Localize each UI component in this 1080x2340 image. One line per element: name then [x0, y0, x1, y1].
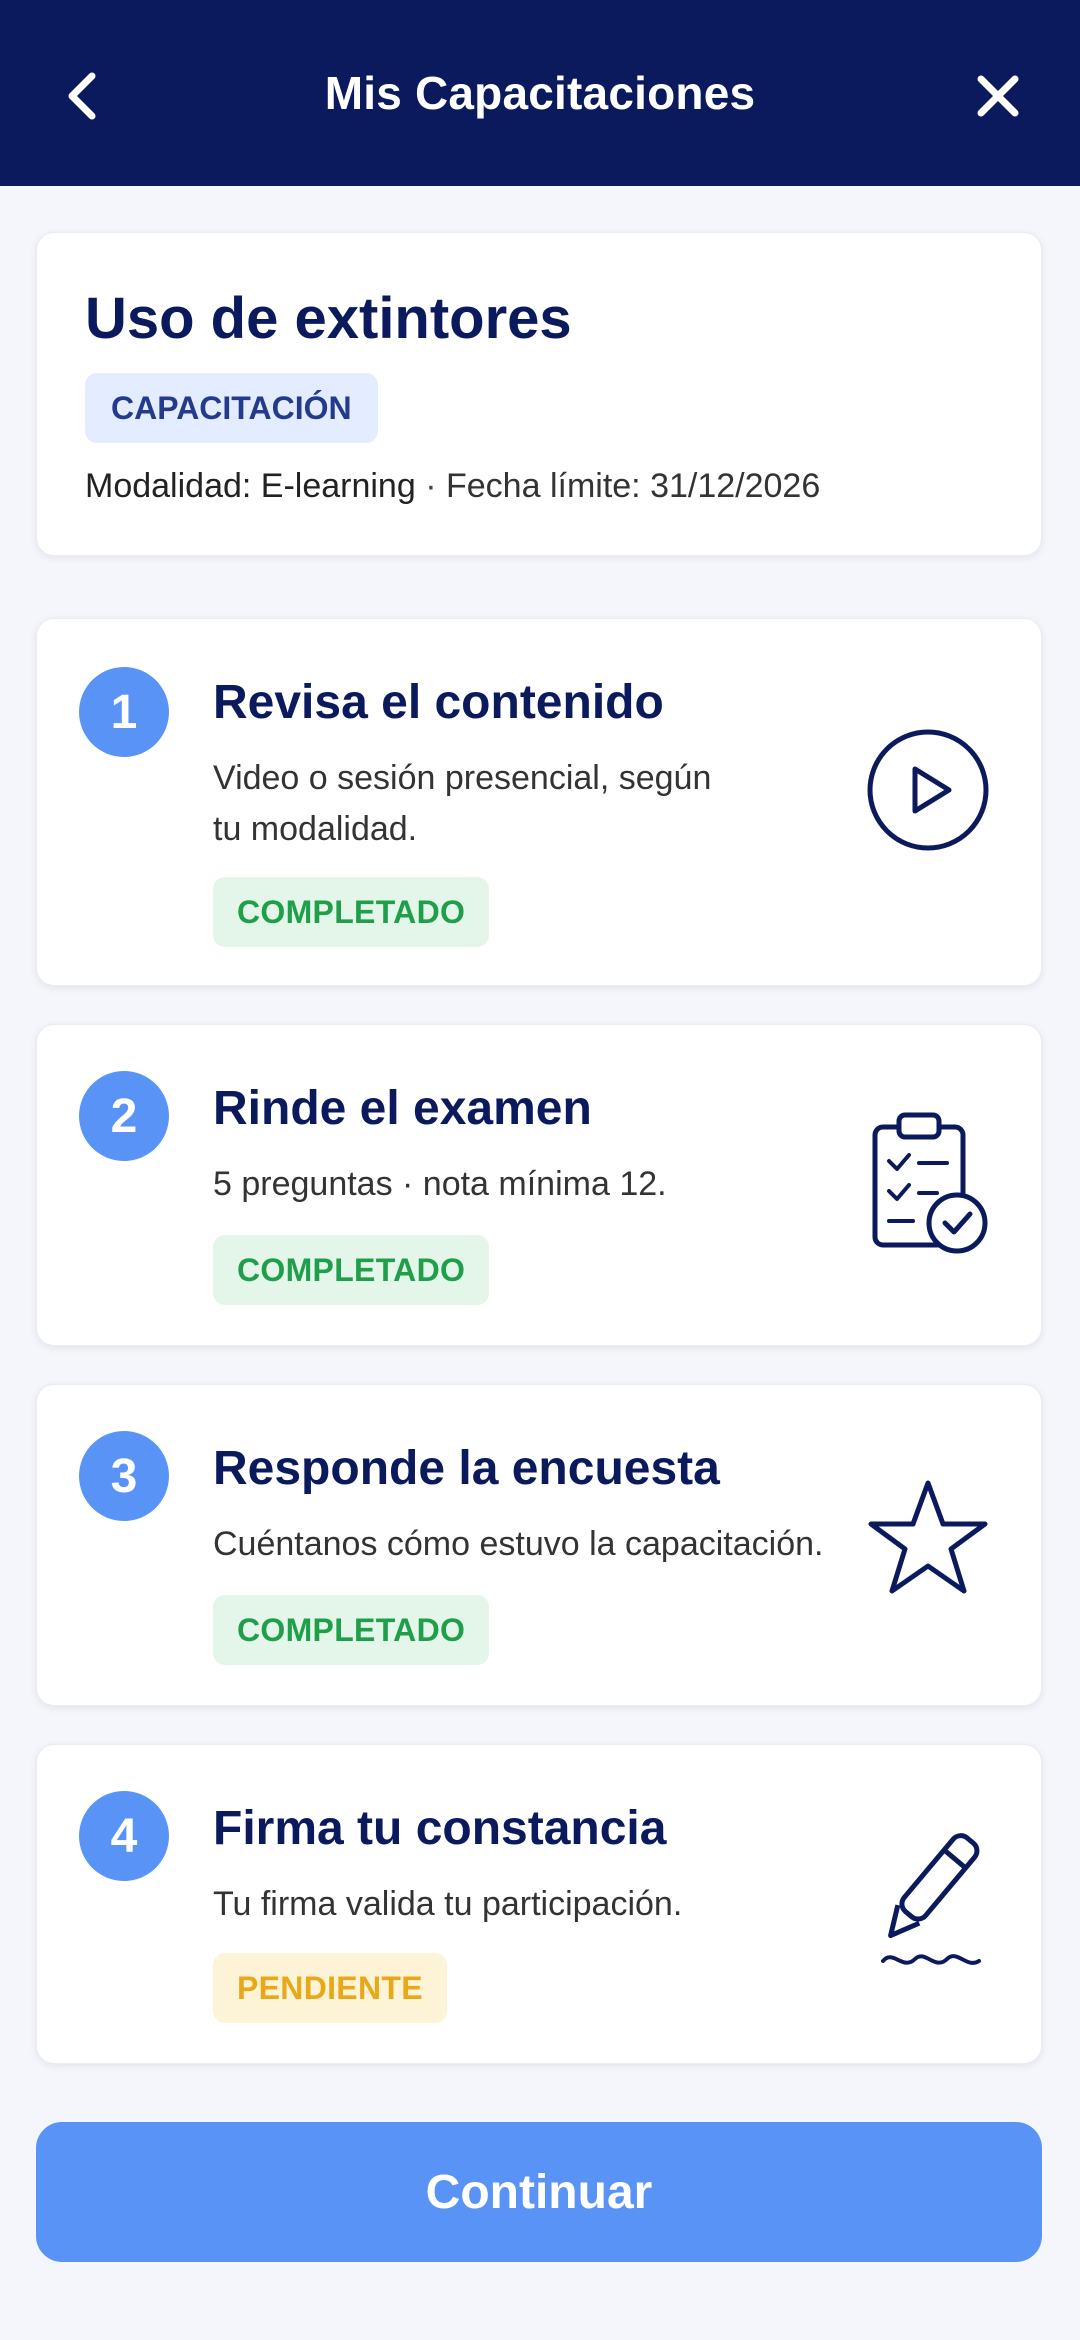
course-modality: Modalidad: E-learning [85, 467, 416, 505]
close-button[interactable] [962, 60, 1034, 132]
step-card-3[interactable]: 3 Responde la encuesta Cuéntanos cómo es… [36, 1384, 1042, 1706]
status-badge: COMPLETADO [213, 877, 490, 947]
step-card-4[interactable]: 4 Firma tu constancia Tu firma valida tu… [36, 1744, 1042, 2064]
step-description-line: tu modalidad. [213, 810, 418, 848]
step-description: Video o sesión presencial, según tu moda… [213, 753, 711, 855]
step-description: 5 preguntas · nota mínima 12. [213, 1159, 667, 1210]
app-header: Mis Capacitaciones [0, 0, 1080, 186]
meta-separator: · [425, 467, 437, 505]
step-description-line: Video o sesión presencial, según [213, 759, 712, 797]
course-meta: Modalidad: E-learning · Fecha límite: 31… [85, 467, 820, 506]
clipboard-check-icon [853, 1105, 993, 1265]
page-title: Mis Capacitaciones [324, 67, 756, 119]
course-deadline: Fecha límite: 31/12/2026 [446, 467, 821, 505]
step-card-1[interactable]: 1 Revisa el contenido Video o sesión pre… [36, 618, 1042, 986]
step-description-line: Tu firma valida tu participación. [213, 1885, 683, 1923]
course-type-tag: CAPACITACIÓN [85, 373, 378, 443]
step-card-2[interactable]: 2 Rinde el examen 5 preguntas · nota mín… [36, 1024, 1042, 1346]
step-description: Cuéntanos cómo estuvo la capacitación. [213, 1519, 823, 1570]
status-badge: COMPLETADO [213, 1235, 490, 1305]
step-title: Revisa el contenido [213, 676, 664, 729]
star-icon [863, 1475, 993, 1605]
pen-signature-icon [863, 1825, 993, 1975]
course-title: Uso de extintores [85, 286, 572, 351]
status-badge: PENDIENTE [213, 1953, 447, 2023]
close-icon [977, 75, 1019, 117]
step-title: Responde la encuesta [213, 1442, 720, 1495]
play-icon [863, 725, 993, 855]
step-number: 4 [79, 1791, 169, 1881]
course-card: Uso de extintores CAPACITACIÓN Modalidad… [36, 232, 1042, 556]
step-description-line: Cuéntanos cómo estuvo la capacitación. [213, 1525, 824, 1563]
step-number: 3 [79, 1431, 169, 1521]
step-number: 1 [79, 667, 169, 757]
step-description: Tu firma valida tu participación. [213, 1879, 682, 1930]
step-description-line: 5 preguntas · nota mínima 12. [213, 1165, 667, 1203]
status-badge: COMPLETADO [213, 1595, 490, 1665]
step-number: 2 [79, 1071, 169, 1161]
step-title: Firma tu constancia [213, 1802, 667, 1855]
step-title: Rinde el examen [213, 1082, 592, 1135]
continue-button[interactable]: Continuar [36, 2122, 1042, 2262]
